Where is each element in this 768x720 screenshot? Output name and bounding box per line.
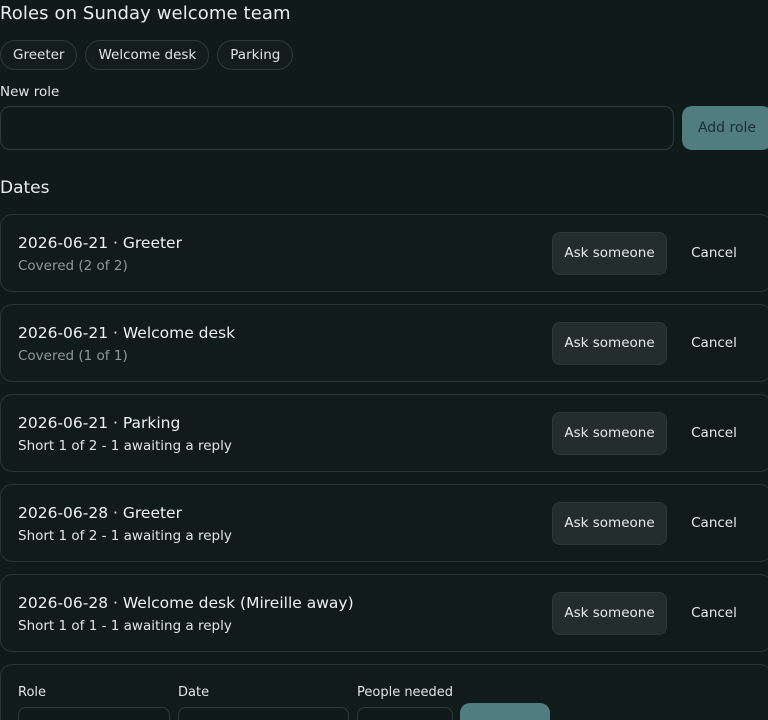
date-card: 2026-06-28 · Welcome desk (Mireille away… (0, 574, 768, 652)
ask-someone-button[interactable]: Ask someone (552, 592, 667, 635)
date-field-label: Date (178, 685, 210, 700)
people-needed-input[interactable] (357, 707, 453, 720)
date-card-title: 2026-06-28 · Welcome desk (Mireille away… (18, 594, 354, 612)
role-chips: Greeter Welcome desk Parking (0, 40, 294, 70)
new-role-label: New role (0, 84, 60, 100)
role-chip-greeter[interactable]: Greeter (0, 40, 78, 70)
ask-someone-button[interactable]: Ask someone (552, 412, 667, 455)
new-role-input[interactable] (0, 106, 674, 150)
date-card-status: Short 1 of 1 - 1 awaiting a reply (18, 618, 232, 634)
cancel-button[interactable]: Cancel (684, 322, 744, 365)
add-date-form: Role Date People needed (0, 664, 768, 720)
date-card-status: Covered (2 of 2) (18, 258, 128, 274)
add-role-button[interactable]: Add role (682, 106, 768, 150)
date-card-status: Short 1 of 2 - 1 awaiting a reply (18, 528, 232, 544)
page: Roles on Sunday welcome team Greeter Wel… (0, 0, 768, 720)
add-date-button[interactable] (460, 703, 550, 720)
date-card-title: 2026-06-21 · Greeter (18, 234, 182, 252)
role-chip-parking[interactable]: Parking (217, 40, 294, 70)
role-field-label: Role (18, 685, 47, 700)
role-select[interactable] (18, 707, 170, 720)
date-input[interactable] (178, 707, 349, 720)
people-needed-label: People needed (357, 685, 454, 700)
cancel-button[interactable]: Cancel (684, 412, 744, 455)
cancel-button[interactable]: Cancel (684, 232, 744, 275)
date-card: 2026-06-28 · Greeter Short 1 of 2 - 1 aw… (0, 484, 768, 562)
date-card: 2026-06-21 · Greeter Covered (2 of 2) As… (0, 214, 768, 292)
ask-someone-button[interactable]: Ask someone (552, 502, 667, 545)
date-card-title: 2026-06-21 · Parking (18, 414, 181, 432)
dates-heading: Dates (0, 178, 50, 198)
date-card-title: 2026-06-21 · Welcome desk (18, 324, 236, 342)
date-card: 2026-06-21 · Welcome desk Covered (1 of … (0, 304, 768, 382)
date-card-status: Covered (1 of 1) (18, 348, 128, 364)
date-card-status: Short 1 of 2 - 1 awaiting a reply (18, 438, 232, 454)
ask-someone-button[interactable]: Ask someone (552, 322, 667, 365)
ask-someone-button[interactable]: Ask someone (552, 232, 667, 275)
cancel-button[interactable]: Cancel (684, 502, 744, 545)
page-title: Roles on Sunday welcome team (0, 3, 291, 24)
cancel-button[interactable]: Cancel (684, 592, 744, 635)
date-card: 2026-06-21 · Parking Short 1 of 2 - 1 aw… (0, 394, 768, 472)
role-chip-welcome-desk[interactable]: Welcome desk (85, 40, 210, 70)
date-card-title: 2026-06-28 · Greeter (18, 504, 182, 522)
